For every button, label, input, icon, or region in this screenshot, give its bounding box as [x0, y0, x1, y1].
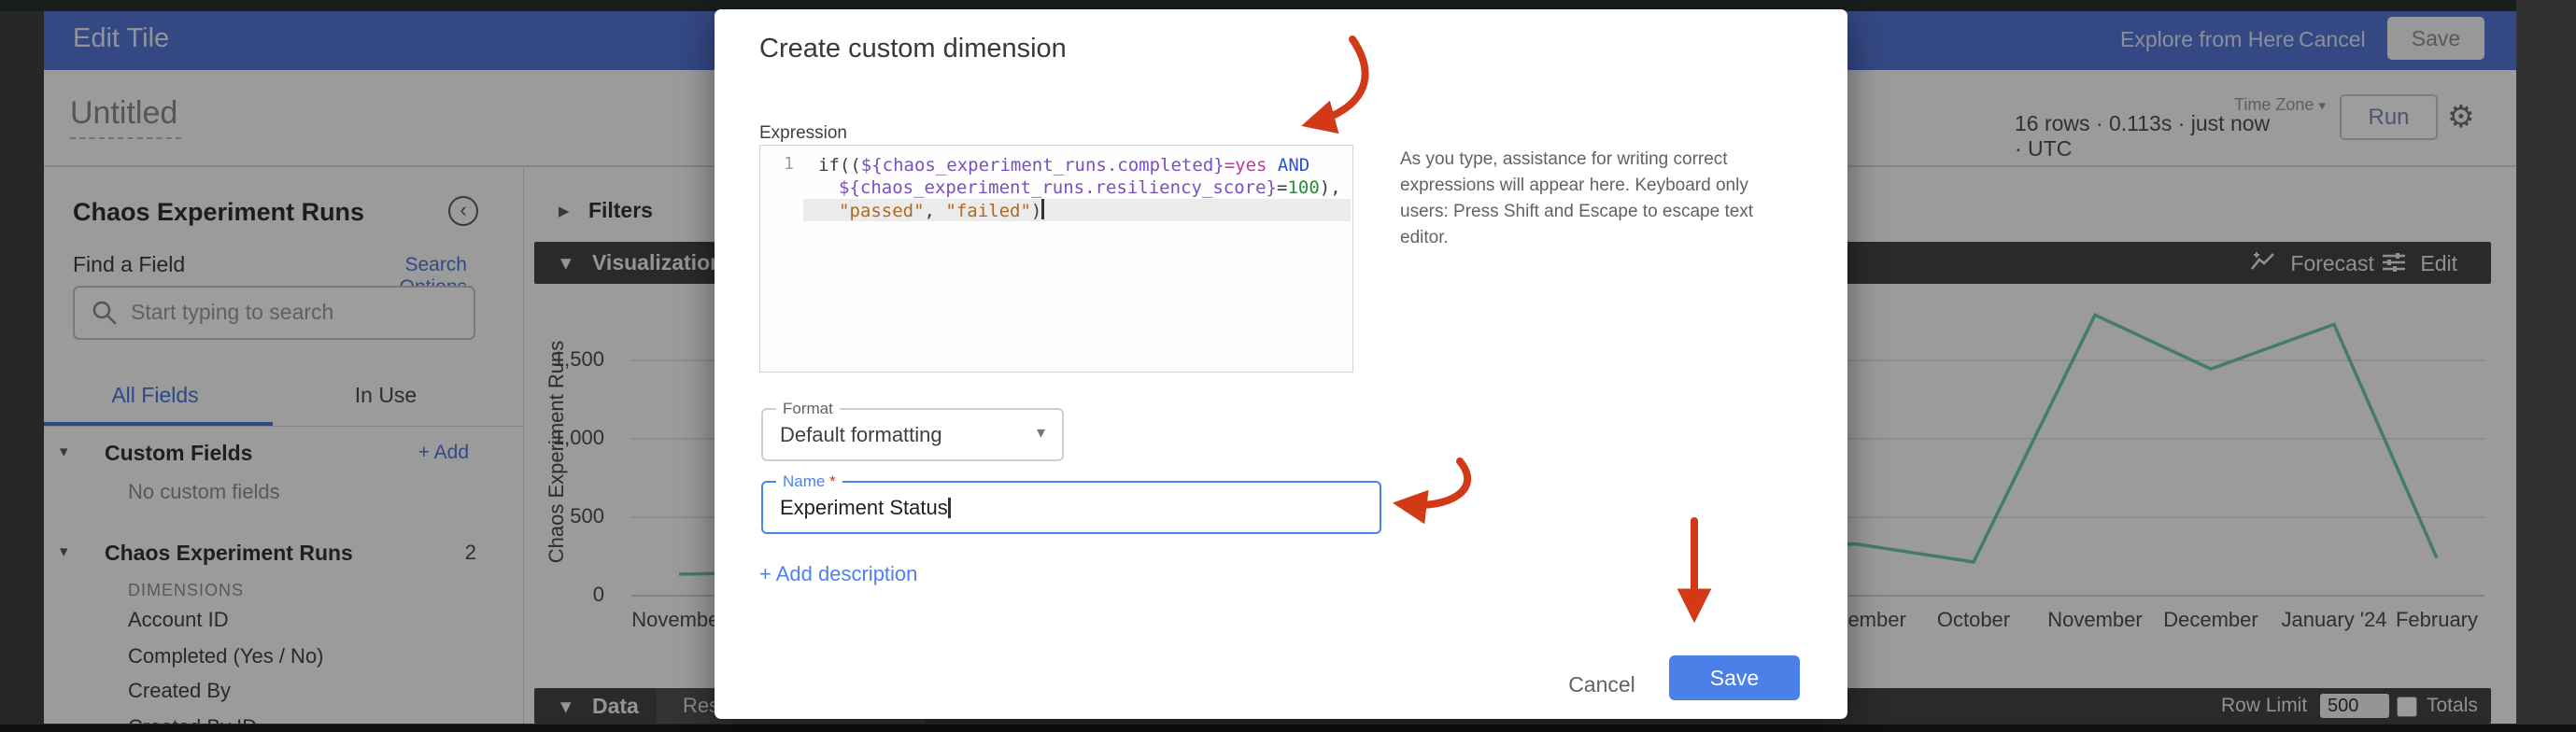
text-cursor: [948, 498, 951, 518]
name-value[interactable]: Experiment Status: [780, 483, 951, 532]
add-description-link[interactable]: + Add description: [759, 562, 917, 586]
code-line: if((${chaos_experiment_runs.completed}=y…: [803, 154, 1351, 176]
expression-editor[interactable]: 1 if((${chaos_experiment_runs.completed}…: [759, 145, 1353, 373]
modal-title: Create custom dimension: [759, 34, 1067, 64]
format-dropdown-caret-icon: ▾: [1037, 423, 1045, 443]
expression-label: Expression: [759, 123, 847, 144]
modal-save-button[interactable]: Save: [1669, 655, 1800, 700]
format-select[interactable]: Format Default formatting ▾: [761, 408, 1064, 461]
code-line: ${chaos_experiment_runs.resiliency_score…: [803, 176, 1351, 199]
editor-line-number: 1: [760, 154, 801, 174]
code-line: "passed", "failed"): [803, 199, 1351, 221]
screenshot-stage: Edit Tile Explore from Here Cancel Save …: [0, 0, 2576, 732]
bottom-dark-strip: [0, 725, 2576, 732]
assist-text: As you type, assistance for writing corr…: [1400, 147, 1770, 251]
modal-cancel-button[interactable]: Cancel: [1560, 663, 1644, 707]
editor-cursor: [1041, 199, 1044, 219]
create-custom-dimension-modal: Create custom dimension Expression 1 if(…: [715, 9, 1847, 719]
expression-code[interactable]: if((${chaos_experiment_runs.completed}=y…: [803, 154, 1351, 221]
format-value: Default formatting: [780, 410, 942, 459]
name-field[interactable]: Name * Experiment Status: [761, 481, 1381, 534]
